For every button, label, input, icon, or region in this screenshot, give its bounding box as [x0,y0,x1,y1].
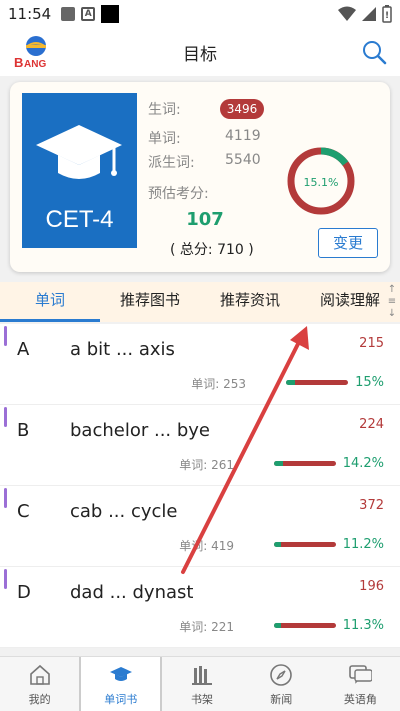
menu-icon: ≡ [387,296,397,307]
tab-recommended-news[interactable]: 推荐资讯 [200,282,300,322]
derived-words-value: 5540 [225,152,261,168]
row-progress-bar [274,542,336,547]
row-new-count: 215 [359,336,384,351]
list-item[interactable]: B bachelor ... bye 224 单词: 261 14.2% [0,405,400,486]
estimated-score-label: 预估考分: [148,186,209,202]
compass-icon [270,664,293,686]
nav-wordbook[interactable]: 单词书 [79,657,163,711]
tab-words[interactable]: 单词 [0,282,100,322]
page-title: 目标 [183,45,217,65]
bookshelf-icon [192,666,212,685]
row-percent: 11.3% [342,618,384,633]
svg-text:!: ! [385,11,389,21]
bottom-nav: 我的 单词书 书架 新闻 英语角 [0,656,400,711]
row-letter: D [17,582,31,603]
app-bar: B ANG 目标 [0,28,400,76]
row-word-count: 单词: 261 [179,458,234,472]
total-score: ( 总分: 710 ) [170,242,254,258]
tab-bar: 单词 推荐图书 推荐资讯 阅读理解 [0,282,400,322]
row-percent: 15% [355,375,384,390]
search-icon[interactable] [360,38,388,66]
row-word-count: 单词: 253 [191,377,246,391]
a-notification-icon: A [81,7,96,21]
row-new-count: 196 [359,579,384,594]
row-range: a bit ... axis [70,339,175,360]
new-words-label: 生词: [148,102,181,118]
scroll-down-icon: ↓ [387,308,397,319]
row-marker [4,407,7,427]
row-range: bachelor ... bye [70,420,211,441]
nav-news[interactable]: 新闻 [242,657,321,711]
row-letter: C [17,501,30,522]
nav-bookshelf[interactable]: 书架 [162,657,241,711]
list-item[interactable]: D dad ... dynast 196 单词: 221 11.3% [0,567,400,648]
nav-label: 新闻 [270,693,293,706]
black-square-notification-icon [101,5,120,23]
battery-icon: ! [382,5,392,23]
wifi-icon [338,6,356,21]
change-button[interactable]: 变更 [318,228,378,258]
scroll-up-icon: ↑ [387,284,397,295]
home-icon [29,664,50,685]
row-range: cab ... cycle [70,501,178,522]
nav-label: 单词书 [104,693,138,706]
row-new-count: 224 [359,417,384,432]
nav-label: 书架 [191,693,213,706]
row-word-count: 单词: 419 [179,539,234,553]
row-marker [4,488,7,508]
nav-english-corner[interactable]: 英语角 [321,657,400,711]
status-bar: 11:54 A ! [0,0,400,28]
row-progress-bar [274,623,336,628]
words-value: 4119 [225,128,261,144]
words-label: 单词: [148,131,181,147]
nav-mine[interactable]: 我的 [0,657,79,711]
goal-card: CET-4 生词: 3496 单词: 4119 派生词: 5540 预估考分: … [10,82,390,272]
row-percent: 14.2% [342,456,384,471]
row-percent: 11.2% [342,537,384,552]
word-list: A a bit ... axis 215 单词: 253 15% B bache… [0,324,400,648]
graduation-cap-icon [109,667,132,681]
row-letter: A [17,339,30,360]
row-letter: B [17,420,30,441]
derived-words-label: 派生词: [148,155,195,171]
tab-scroll-indicator[interactable]: ↑ ≡ ↓ [384,282,400,322]
row-word-count: 单词: 221 [179,620,234,634]
cet4-book-tile[interactable]: CET-4 [22,93,137,248]
nav-label: 我的 [28,693,51,706]
row-range: dad ... dynast [70,582,194,603]
book-title: CET-4 [45,206,114,233]
row-progress-bar [286,380,348,385]
chat-icon [349,665,373,684]
new-words-badge: 3496 [220,99,264,119]
progress-ring-text: 15.1% [304,176,339,189]
row-marker [4,326,7,346]
status-time: 11:54 [8,5,52,23]
list-item[interactable]: C cab ... cycle 372 单词: 419 11.2% [0,486,400,567]
list-item[interactable]: A a bit ... axis 215 单词: 253 15% [0,324,400,405]
gallery-notification-icon [61,7,76,21]
row-marker [4,569,7,589]
signal-icon [362,7,376,21]
graduation-cap-icon [36,125,122,179]
progress-ring: 15.1% [287,147,355,215]
row-new-count: 372 [359,498,384,513]
tab-recommended-books[interactable]: 推荐图书 [100,282,200,322]
row-progress-bar [274,461,336,466]
estimated-score: 107 [186,209,224,230]
nav-label: 英语角 [343,693,377,706]
